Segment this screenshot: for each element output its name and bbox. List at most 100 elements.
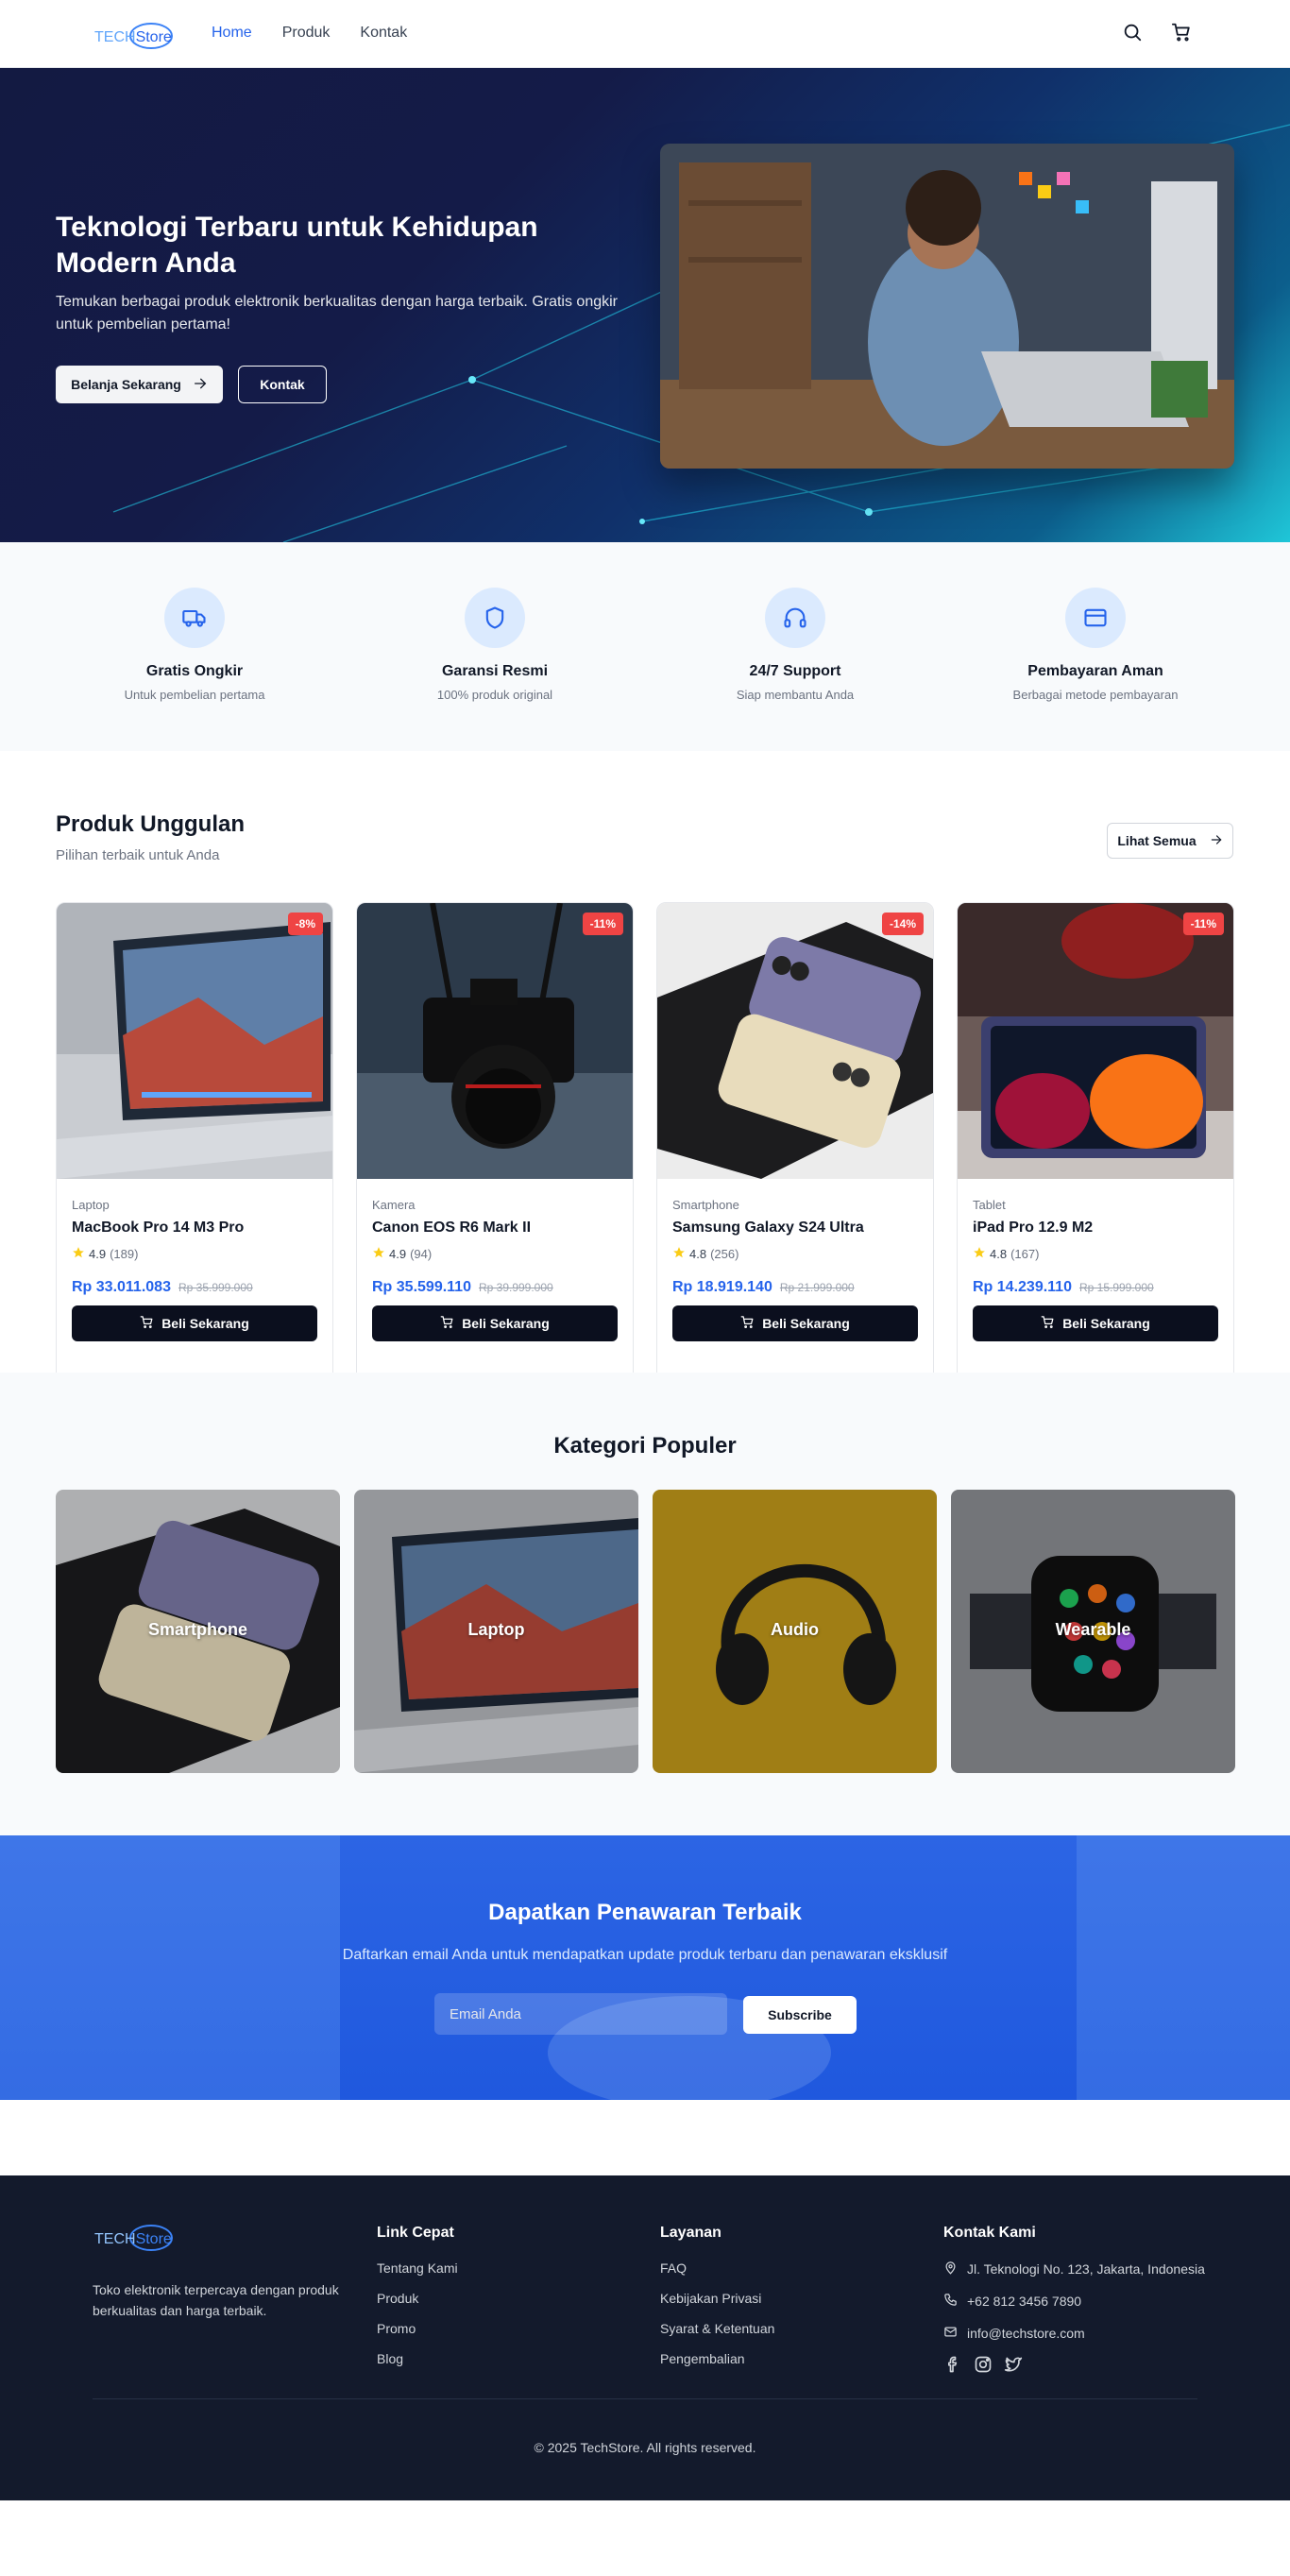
buy-now-button[interactable]: Beli Sekarang	[72, 1305, 317, 1341]
category-tile-wearable[interactable]: Wearable	[951, 1490, 1235, 1773]
product-rating: 4.9 (189)	[72, 1246, 317, 1262]
footer-link-returns[interactable]: Pengembalian	[660, 2351, 774, 2366]
product-name[interactable]: Samsung Galaxy S24 Ultra	[672, 1220, 918, 1237]
phone-icon	[943, 2293, 958, 2310]
product-name[interactable]: iPad Pro 12.9 M2	[973, 1220, 1218, 1237]
product-rating: 4.8 (167)	[973, 1246, 1218, 1262]
top-navbar: TECHStore Home Produk Kontak	[0, 0, 1290, 68]
shop-now-label: Belanja Sekarang	[71, 377, 181, 392]
arrow-right-icon	[1210, 833, 1223, 849]
svg-text:TECHStore: TECHStore	[94, 29, 172, 45]
social-links	[943, 2355, 1205, 2379]
star-icon	[672, 1246, 686, 1262]
cart-icon	[140, 1315, 154, 1332]
footer-link-promo[interactable]: Promo	[377, 2321, 458, 2336]
footer-link-faq[interactable]: FAQ	[660, 2260, 774, 2276]
rating-value: 4.9	[389, 1247, 407, 1261]
product-image[interactable]: -8%	[57, 903, 332, 1179]
search-icon[interactable]	[1122, 22, 1143, 43]
product-price: Rp 33.011.083 Rp 35.999.000	[72, 1279, 317, 1296]
handshake-background	[0, 1835, 1290, 2100]
newsletter-subtitle: Daftarkan email Anda untuk mendapatkan u…	[342, 1947, 948, 1963]
twitter-icon[interactable]	[1004, 2355, 1023, 2379]
rating-value: 4.8	[990, 1247, 1008, 1261]
hero-subtitle: Temukan berbagai produk elektronik berku…	[56, 294, 619, 333]
product-card[interactable]: -11% Tablet iPad Pro 12.9 M2 4.8 (167) R…	[957, 902, 1234, 1384]
footer-link-products[interactable]: Produk	[377, 2291, 458, 2306]
product-image[interactable]: -11%	[958, 903, 1233, 1179]
cart-icon[interactable]	[1171, 22, 1192, 43]
review-count: (167)	[1010, 1247, 1040, 1261]
footer-link-blog[interactable]: Blog	[377, 2351, 458, 2366]
cart-icon	[1041, 1315, 1055, 1332]
current-price: Rp 14.239.110	[973, 1279, 1072, 1295]
buy-now-button[interactable]: Beli Sekarang	[973, 1305, 1218, 1341]
feature-free-shipping: Gratis Ongkir Untuk pembelian pertama	[53, 588, 336, 702]
newsletter-title: Dapatkan Penawaran Terbaik	[488, 1900, 802, 1925]
nav-link-kontak[interactable]: Kontak	[360, 25, 407, 42]
facebook-icon[interactable]	[943, 2355, 962, 2379]
feature-title: 24/7 Support	[749, 663, 841, 679]
star-icon	[973, 1246, 986, 1262]
map-pin-icon	[943, 2260, 958, 2277]
headphones-icon	[765, 588, 825, 648]
feature-secure-payment: Pembayaran Aman Berbagai metode pembayar…	[954, 588, 1237, 702]
product-category: Tablet	[973, 1198, 1006, 1212]
contact-email[interactable]: info@techstore.com	[943, 2325, 1205, 2342]
discount-badge: -11%	[1182, 913, 1224, 935]
shop-now-button[interactable]: Belanja Sekarang	[56, 366, 223, 403]
product-price: Rp 14.239.110 Rp 15.999.000	[973, 1279, 1218, 1296]
rating-value: 4.8	[689, 1247, 707, 1261]
section-subtitle: Pilihan terbaik untuk Anda	[56, 847, 220, 863]
contact-button[interactable]: Kontak	[238, 366, 327, 403]
feature-warranty: Garansi Resmi 100% produk original	[353, 588, 637, 702]
product-image[interactable]: -11%	[357, 903, 633, 1179]
footer-link-terms[interactable]: Syarat & Ketentuan	[660, 2321, 774, 2336]
arrow-right-icon	[193, 376, 208, 394]
buy-now-button[interactable]: Beli Sekarang	[672, 1305, 918, 1341]
category-tile-laptop[interactable]: Laptop	[354, 1490, 638, 1773]
product-name[interactable]: MacBook Pro 14 M3 Pro	[72, 1220, 317, 1237]
footer-heading: Link Cepat	[377, 2225, 454, 2241]
copyright: © 2025 TechStore. All rights reserved.	[534, 2440, 756, 2455]
feature-title: Pembayaran Aman	[1027, 663, 1163, 679]
category-label: Smartphone	[147, 1620, 247, 1639]
see-all-button[interactable]: Lihat Semua	[1107, 823, 1233, 859]
review-count: (256)	[710, 1247, 739, 1261]
footer-divider	[93, 2398, 1197, 2399]
credit-card-icon	[1065, 588, 1126, 648]
footer-heading: Kontak Kami	[943, 2225, 1036, 2241]
hero-title: Teknologi Terbaru untuk Kehidupan Modern…	[56, 212, 538, 279]
subscribe-button[interactable]: Subscribe	[743, 1996, 857, 2034]
product-category: Kamera	[372, 1198, 416, 1212]
email-input[interactable]: Email Anda	[434, 1993, 727, 2035]
instagram-icon[interactable]	[974, 2355, 993, 2379]
product-card[interactable]: -8% Laptop MacBook Pro 14 M3 Pro 4.9 (18…	[56, 902, 333, 1384]
footer-link-about[interactable]: Tentang Kami	[377, 2260, 458, 2276]
category-tile-audio[interactable]: Audio	[653, 1490, 937, 1773]
product-card[interactable]: -11% Kamera Canon EOS R6 Mark II 4.9 (94…	[356, 902, 634, 1384]
nav-link-home[interactable]: Home	[212, 25, 252, 42]
product-rating: 4.8 (256)	[672, 1246, 918, 1262]
product-category: Laptop	[72, 1198, 110, 1212]
footer-link-privacy[interactable]: Kebijakan Privasi	[660, 2291, 774, 2306]
footer-logo[interactable]: TECHStore	[93, 2219, 183, 2257]
product-card[interactable]: -14% Smartphone Samsung Galaxy S24 Ultra…	[656, 902, 934, 1384]
product-name[interactable]: Canon EOS R6 Mark II	[372, 1220, 618, 1237]
svg-text:TECHStore: TECHStore	[94, 2231, 172, 2247]
section-title: Produk Unggulan	[56, 811, 245, 837]
product-image[interactable]: -14%	[657, 903, 933, 1179]
buy-now-button[interactable]: Beli Sekarang	[372, 1305, 618, 1341]
footer-heading: Layanan	[660, 2225, 721, 2241]
section-title: Kategori Populer	[553, 1433, 737, 1459]
feature-support: 24/7 Support Siap membantu Anda	[653, 588, 937, 702]
nav-link-produk[interactable]: Produk	[282, 25, 331, 42]
feature-subtitle: Siap membantu Anda	[736, 688, 855, 702]
product-price: Rp 35.599.110 Rp 39.999.000	[372, 1279, 618, 1296]
category-tile-smartphone[interactable]: Smartphone	[56, 1490, 340, 1773]
featured-products-section: Produk Unggulan Pilihan terbaik untuk An…	[0, 751, 1290, 1384]
brand-logo[interactable]: TECHStore	[93, 17, 183, 55]
footer-about: Toko elektronik terpercaya dengan produk…	[93, 2282, 339, 2318]
popular-categories-section: Kategori Populer Smartphone Laptop Audio…	[0, 1373, 1290, 1835]
hero-section: Teknologi Terbaru untuk Kehidupan Modern…	[0, 68, 1290, 542]
